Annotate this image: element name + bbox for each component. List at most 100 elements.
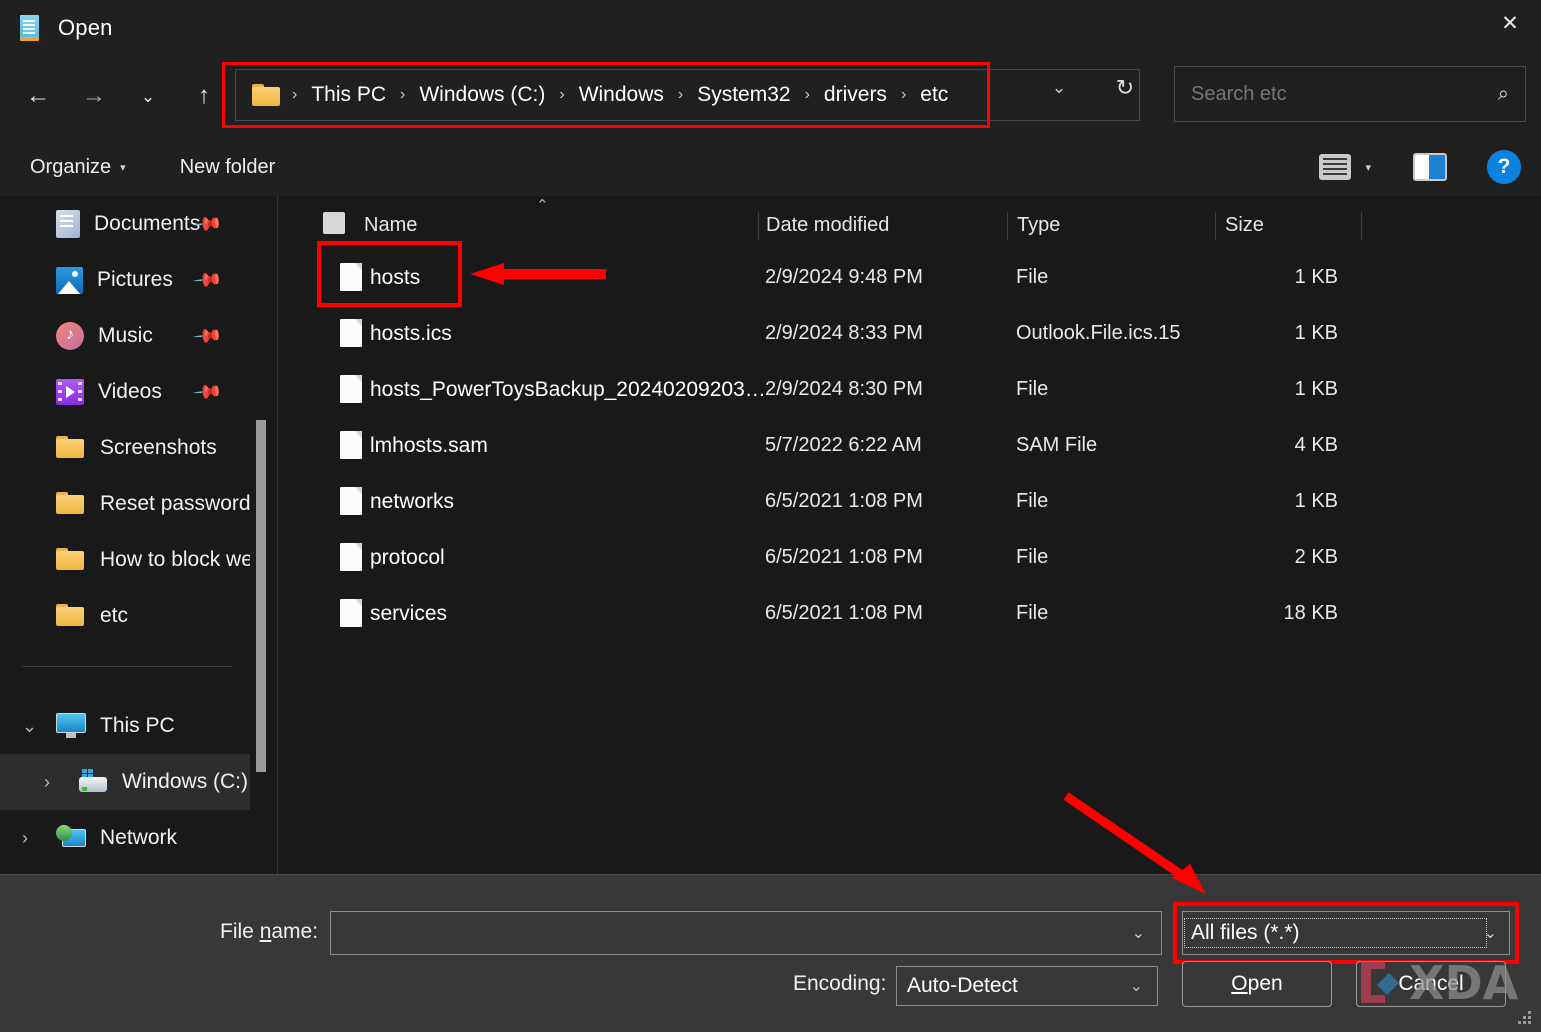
file-icon xyxy=(340,319,362,347)
breadcrumb-item-etc[interactable]: etc xyxy=(918,83,950,107)
chevron-down-icon[interactable]: ⌄ xyxy=(1132,923,1161,943)
svg-text:XDA: XDA xyxy=(1409,956,1519,1010)
breadcrumb-item-windows-c[interactable]: Windows (C:) xyxy=(417,83,547,107)
file-size: 1 KB xyxy=(1294,266,1338,288)
file-type: File xyxy=(1016,490,1049,512)
folder-icon xyxy=(56,434,86,462)
folder-icon xyxy=(56,602,86,630)
column-header-type[interactable]: Type xyxy=(1017,214,1060,237)
organize-label: Organize xyxy=(30,155,112,178)
search-icon: ⌕ xyxy=(1497,82,1509,105)
search-input[interactable] xyxy=(1191,82,1498,106)
file-size: 1 KB xyxy=(1294,378,1338,400)
breadcrumb-item-drivers[interactable]: drivers xyxy=(822,83,889,107)
sidebar-item-music[interactable]: ♪ Music 📌 xyxy=(0,308,250,364)
sidebar-item-network[interactable]: › Network xyxy=(0,810,250,866)
chevron-right-icon[interactable]: › xyxy=(44,772,50,793)
file-type: File xyxy=(1016,378,1049,400)
file-date: 2/9/2024 9:48 PM xyxy=(765,266,923,288)
sidebar-item-pictures[interactable]: Pictures 📌 xyxy=(0,252,250,308)
help-icon[interactable]: ? xyxy=(1487,150,1521,184)
new-folder-button[interactable]: New folder xyxy=(180,156,276,179)
encoding-combobox[interactable]: Auto-Detect ⌄ xyxy=(896,966,1158,1006)
chevron-right-icon[interactable]: › xyxy=(22,828,28,849)
file-name: hosts_PowerToysBackup_20240209203… xyxy=(370,378,766,401)
chevron-down-icon[interactable]: ▾ xyxy=(1365,161,1371,174)
column-header-date-modified[interactable]: Date modified xyxy=(766,214,889,237)
file-name: services xyxy=(370,602,448,625)
file-name-combobox[interactable]: ⌄ xyxy=(330,911,1162,955)
file-icon xyxy=(340,487,362,515)
sidebar-item-etc[interactable]: etc xyxy=(0,588,250,644)
encoding-value: Auto-Detect xyxy=(907,974,1018,997)
window-title: Open xyxy=(58,15,113,40)
sidebar-item-documents[interactable]: Documents 📌 xyxy=(0,196,250,252)
preview-pane-icon[interactable] xyxy=(1413,153,1447,181)
table-row[interactable]: services 6/5/2021 1:08 PM File 18 KB xyxy=(278,586,1541,642)
breadcrumb-item-this-pc[interactable]: This PC xyxy=(309,83,388,107)
recent-locations-button[interactable]: ⌄ xyxy=(126,74,170,118)
column-header-size[interactable]: Size xyxy=(1225,214,1264,237)
xda-watermark: XDA xyxy=(1361,956,1519,1010)
select-all-checkbox[interactable] xyxy=(323,212,345,234)
breadcrumb[interactable]: › This PC › Windows (C:) › Windows › Sys… xyxy=(235,69,1140,121)
table-row[interactable]: protocol 6/5/2021 1:08 PM File 2 KB xyxy=(278,530,1541,586)
sidebar-scrollbar-thumb[interactable] xyxy=(256,420,266,772)
sidebar-item-screenshots[interactable]: Screenshots xyxy=(0,420,250,476)
organize-button[interactable]: Organize ▾ xyxy=(30,156,126,179)
breadcrumb-item-windows[interactable]: Windows xyxy=(577,83,666,107)
file-date: 5/7/2022 6:22 AM xyxy=(765,434,922,456)
encoding-label: Encoding: xyxy=(793,972,887,995)
sidebar-item-this-pc[interactable]: ⌄ This PC xyxy=(0,698,250,754)
view-list-icon[interactable] xyxy=(1319,154,1352,180)
search-box[interactable]: ⌕ xyxy=(1174,66,1526,122)
file-date: 2/9/2024 8:33 PM xyxy=(765,322,923,344)
sidebar-item-label: etc xyxy=(100,604,129,627)
column-header-name[interactable]: Name xyxy=(364,214,417,237)
videos-icon xyxy=(56,379,84,405)
sidebar-item-videos[interactable]: Videos 📌 xyxy=(0,364,250,420)
chevron-down-icon[interactable]: ⌄ xyxy=(1484,923,1509,943)
chevron-down-icon[interactable]: ⌄ xyxy=(22,716,37,737)
table-row[interactable]: hosts.ics 2/9/2024 8:33 PM Outlook.File.… xyxy=(278,306,1541,362)
open-button[interactable]: Open xyxy=(1182,961,1332,1007)
sidebar-item-label: Videos xyxy=(98,380,162,403)
this-pc-icon xyxy=(56,713,86,739)
file-name-label: File name: xyxy=(220,920,319,943)
table-row[interactable]: hosts 2/9/2024 9:48 PM File 1 KB xyxy=(278,250,1541,306)
file-date: 6/5/2021 1:08 PM xyxy=(765,490,923,512)
documents-icon xyxy=(56,210,80,238)
table-row[interactable]: hosts_PowerToysBackup_20240209203… 2/9/2… xyxy=(278,362,1541,418)
table-row[interactable]: lmhosts.sam 5/7/2022 6:22 AM SAM File 4 … xyxy=(278,418,1541,474)
breadcrumb-separator: › xyxy=(400,86,406,103)
chevron-down-icon[interactable]: ⌄ xyxy=(1130,976,1157,996)
file-icon xyxy=(340,543,362,571)
sidebar-item-how-to-block-we[interactable]: How to block we xyxy=(0,532,253,588)
back-button[interactable]: ← xyxy=(16,74,60,118)
table-row[interactable]: networks 6/5/2021 1:08 PM File 1 KB xyxy=(278,474,1541,530)
folder-icon xyxy=(56,546,86,574)
close-icon[interactable]: ✕ xyxy=(1479,0,1541,46)
chevron-down-icon[interactable]: ⌄ xyxy=(1037,69,1081,107)
file-name-input[interactable] xyxy=(331,921,1132,945)
file-name: lmhosts.sam xyxy=(370,434,488,457)
file-list-header: Name Date modified Type Size xyxy=(278,202,1541,248)
address-bar[interactable]: › This PC › Windows (C:) › Windows › Sys… xyxy=(222,62,1152,128)
drive-icon xyxy=(78,769,108,795)
up-button[interactable]: ↑ xyxy=(182,74,226,118)
file-name: hosts.ics xyxy=(370,322,452,345)
breadcrumb-item-system32[interactable]: System32 xyxy=(695,83,792,107)
file-type-combobox[interactable]: All files (*.*) ⌄ xyxy=(1182,911,1510,955)
file-icon xyxy=(340,375,362,403)
pin-icon: 📌 xyxy=(192,320,224,353)
arrow-to-hosts-annotation xyxy=(470,263,606,285)
sidebar-item-reset-password[interactable]: Reset password xyxy=(0,476,251,532)
refresh-icon[interactable]: ↻ xyxy=(1103,69,1147,107)
breadcrumb-separator: › xyxy=(900,86,907,103)
forward-button[interactable]: → xyxy=(72,74,116,118)
file-name: hosts xyxy=(370,266,421,289)
pin-icon: 📌 xyxy=(192,264,224,297)
toolbar-right-group: ▾ ? xyxy=(1319,150,1521,184)
sidebar-item-windows-c[interactable]: › Windows (C:) xyxy=(0,754,250,810)
title-bar: Open ✕ xyxy=(0,0,1541,56)
